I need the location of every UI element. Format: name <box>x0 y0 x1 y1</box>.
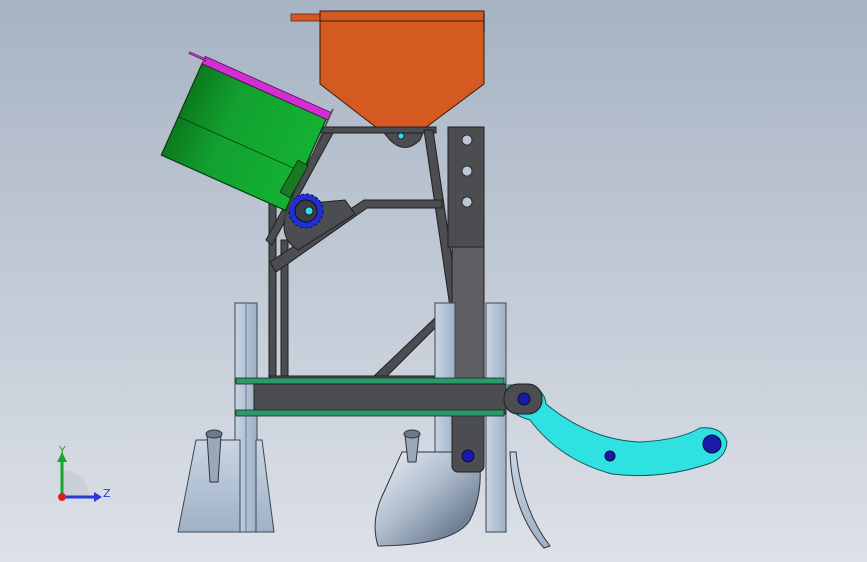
cad-model-drawing: Y Z <box>0 0 867 562</box>
hitch-hole <box>461 165 473 177</box>
hitch-hole <box>461 134 473 146</box>
lower-link-pivot <box>461 449 475 463</box>
cad-viewport[interactable]: Y Z <box>0 0 867 562</box>
left-seed-tube <box>206 434 222 483</box>
arm-mid-pivot <box>604 450 616 462</box>
triad-origin <box>58 493 66 501</box>
hopper-rim <box>319 10 485 22</box>
arm-pivot <box>517 392 531 406</box>
hitch-hole <box>461 196 473 208</box>
arm-end-pivot <box>702 434 722 454</box>
frame-top-beam <box>317 126 437 134</box>
tool-bar <box>235 377 507 417</box>
axis-label-z: Z <box>103 487 111 500</box>
hopper-spout-pipe <box>290 13 323 22</box>
right-seed-tube <box>404 434 420 463</box>
axis-label-y: Y <box>58 444 66 457</box>
